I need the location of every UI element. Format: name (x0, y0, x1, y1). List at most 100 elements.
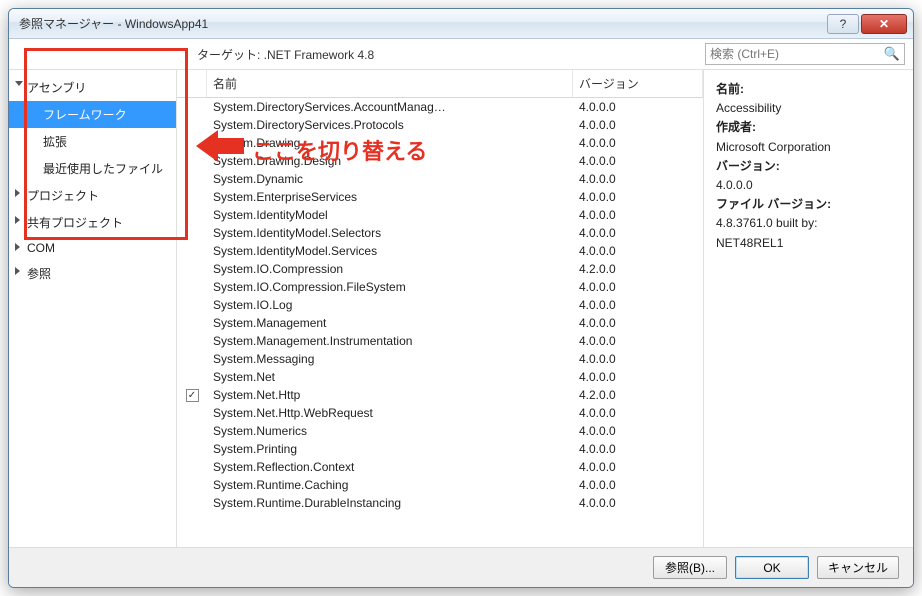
row-checkbox-cell[interactable] (177, 495, 207, 511)
row-name: System.Drawing.Design (207, 153, 573, 169)
table-row[interactable]: System.Numerics4.0.0.0 (177, 422, 703, 440)
table-row[interactable]: System.IdentityModel4.0.0.0 (177, 206, 703, 224)
row-version: 4.0.0.0 (573, 225, 703, 241)
row-checkbox-cell[interactable] (177, 477, 207, 493)
row-version: 4.0.0.0 (573, 495, 703, 511)
table-row[interactable]: System.Runtime.DurableInstancing4.0.0.0 (177, 494, 703, 512)
row-name: System.IO.Compression (207, 261, 573, 277)
row-checkbox-cell[interactable] (177, 351, 207, 367)
sidebar-label: フレームワーク (43, 108, 127, 122)
col-name[interactable]: 名前 (207, 70, 573, 97)
table-row[interactable]: System.Reflection.Context4.0.0.0 (177, 458, 703, 476)
sidebar-label: 最近使用したファイル (43, 162, 163, 176)
sidebar-item-framework[interactable]: フレームワーク (9, 101, 176, 128)
row-name: System.Runtime.Caching (207, 477, 573, 493)
table-row[interactable]: System.Dynamic4.0.0.0 (177, 170, 703, 188)
row-name: System.IdentityModel.Selectors (207, 225, 573, 241)
window-title: 参照マネージャー - WindowsApp41 (19, 15, 825, 32)
table-row[interactable]: System.DirectoryServices.AccountManag…4.… (177, 98, 703, 116)
detail-author-label: 作成者: (716, 120, 756, 134)
row-checkbox-cell[interactable] (177, 369, 207, 385)
browse-button[interactable]: 参照(B)... (653, 556, 727, 579)
table-row[interactable]: System.Drawing4.0.0.0 (177, 134, 703, 152)
list-body[interactable]: System.DirectoryServices.AccountManag… 4.… (177, 98, 703, 547)
row-checkbox-cell[interactable] (177, 243, 207, 259)
table-row[interactable]: System.Net.Http.WebRequest4.0.0.0 (177, 404, 703, 422)
table-row[interactable]: System.IdentityModel.Selectors4.0.0.0 (177, 224, 703, 242)
sidebar-item-recent[interactable]: 最近使用したファイル (9, 155, 176, 182)
sidebar-group-com[interactable]: COM (9, 236, 176, 260)
table-row[interactable]: System.Management4.0.0.0 (177, 314, 703, 332)
help-button[interactable]: ? (827, 14, 859, 34)
table-row[interactable]: System.DirectoryServices.Protocols4.0.0.… (177, 116, 703, 134)
row-version: 4.0.0.0 (573, 333, 703, 349)
table-row[interactable]: System.Messaging4.0.0.0 (177, 350, 703, 368)
sidebar-group-projects[interactable]: プロジェクト (9, 182, 176, 209)
table-row[interactable]: System.IO.Compression4.2.0.0 (177, 260, 703, 278)
search-icon[interactable]: 🔍 (884, 46, 900, 62)
row-checkbox-cell[interactable] (177, 207, 207, 223)
row-name: System.Management (207, 315, 573, 331)
sidebar-group-browse[interactable]: 参照 (9, 260, 176, 287)
assembly-list: 名前 バージョン System.DirectoryServices.Accoun… (177, 70, 703, 547)
table-row[interactable]: System.Management.Instrumentation4.0.0.0 (177, 332, 703, 350)
row-version: 4.0.0.0 (573, 315, 703, 331)
row-version: 4.0.0.0 (573, 153, 703, 169)
table-row[interactable]: System.Runtime.Caching4.0.0.0 (177, 476, 703, 494)
row-checkbox-cell[interactable] (177, 225, 207, 241)
details-panel: 名前: Accessibility 作成者: Microsoft Corpora… (703, 70, 913, 547)
sidebar-label: 参照 (27, 267, 51, 281)
row-name: System.DirectoryServices.AccountManag… (207, 99, 573, 115)
row-checkbox-cell[interactable] (177, 297, 207, 313)
row-checkbox-cell[interactable] (177, 279, 207, 295)
table-row[interactable]: System.Printing4.0.0.0 (177, 440, 703, 458)
row-name: System.Numerics (207, 423, 573, 439)
row-checkbox-cell[interactable] (177, 153, 207, 169)
close-button[interactable]: ✕ (861, 14, 907, 34)
row-name: System.IO.Log (207, 297, 573, 313)
detail-version-label: バージョン: (716, 159, 780, 173)
row-version: 4.2.0.0 (573, 387, 703, 403)
table-row[interactable]: System.IO.Log4.0.0.0 (177, 296, 703, 314)
row-checkbox-cell[interactable] (177, 459, 207, 475)
table-row[interactable]: System.Drawing.Design4.0.0.0 (177, 152, 703, 170)
titlebar[interactable]: 参照マネージャー - WindowsApp41 ? ✕ (9, 9, 913, 39)
search-input[interactable] (710, 47, 884, 61)
row-checkbox-cell[interactable] (177, 99, 207, 115)
table-row[interactable]: System.Net4.0.0.0 (177, 368, 703, 386)
search-box[interactable]: 🔍 (705, 43, 905, 65)
row-checkbox-cell[interactable] (177, 441, 207, 457)
sidebar-item-extensions[interactable]: 拡張 (9, 128, 176, 155)
ok-button[interactable]: OK (735, 556, 809, 579)
sidebar-label: プロジェクト (27, 189, 99, 203)
row-checkbox-cell[interactable]: ✓ (177, 387, 207, 403)
row-name: System.Dynamic (207, 171, 573, 187)
checkbox-icon[interactable]: ✓ (186, 389, 199, 402)
detail-author-value: Microsoft Corporation (716, 138, 901, 157)
row-checkbox-cell[interactable] (177, 189, 207, 205)
detail-version-value: 4.0.0.0 (716, 176, 901, 195)
detail-filever-label: ファイル バージョン: (716, 197, 831, 211)
row-checkbox-cell[interactable] (177, 423, 207, 439)
table-row[interactable]: ✓System.Net.Http4.2.0.0 (177, 386, 703, 404)
table-row[interactable]: System.EnterpriseServices4.0.0.0 (177, 188, 703, 206)
row-checkbox-cell[interactable] (177, 261, 207, 277)
footer: 参照(B)... OK キャンセル (9, 547, 913, 587)
cancel-button[interactable]: キャンセル (817, 556, 899, 579)
row-name: System.Management.Instrumentation (207, 333, 573, 349)
row-checkbox-cell[interactable] (177, 405, 207, 421)
table-row[interactable]: System.IdentityModel.Services4.0.0.0 (177, 242, 703, 260)
col-version[interactable]: バージョン (573, 70, 703, 97)
col-check[interactable] (177, 70, 207, 97)
row-checkbox-cell[interactable] (177, 117, 207, 133)
row-checkbox-cell[interactable] (177, 135, 207, 151)
row-checkbox-cell[interactable] (177, 333, 207, 349)
row-checkbox-cell[interactable] (177, 171, 207, 187)
row-version: 4.0.0.0 (573, 297, 703, 313)
sidebar: アセンブリ フレームワーク 拡張 最近使用したファイル プロジェクト 共有プ (9, 70, 177, 547)
sidebar-group-shared[interactable]: 共有プロジェクト (9, 209, 176, 236)
expand-icon (15, 216, 20, 224)
sidebar-group-assembly[interactable]: アセンブリ (9, 74, 176, 101)
row-checkbox-cell[interactable] (177, 315, 207, 331)
table-row[interactable]: System.IO.Compression.FileSystem4.0.0.0 (177, 278, 703, 296)
